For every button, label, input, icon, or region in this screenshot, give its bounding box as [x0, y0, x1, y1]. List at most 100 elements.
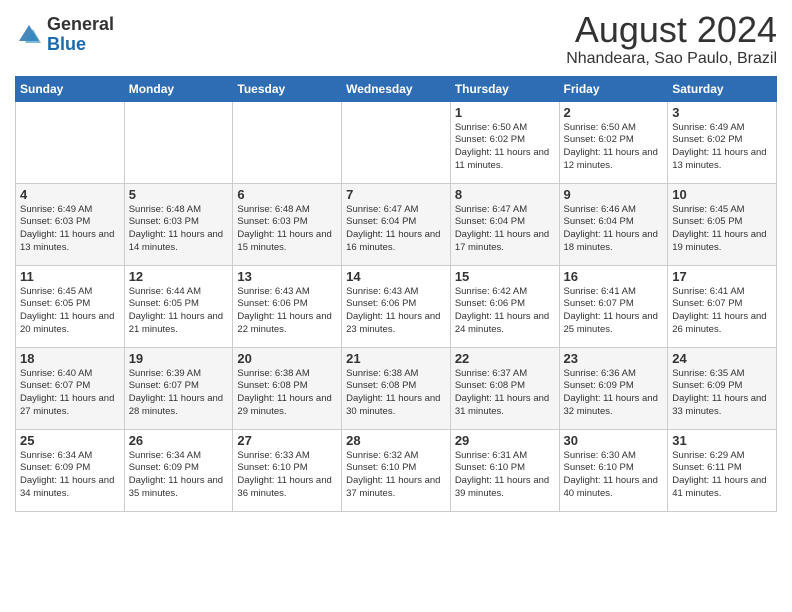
table-row: 22 Sunrise: 6:37 AM Sunset: 6:08 PM Dayli…: [450, 347, 559, 429]
day-info: Sunrise: 6:47 AM Sunset: 6:04 PM Dayligh…: [346, 204, 446, 255]
day-number: 21: [346, 351, 446, 366]
table-row: 23 Sunrise: 6:36 AM Sunset: 6:09 PM Dayli…: [559, 347, 668, 429]
day-info: Sunrise: 6:29 AM Sunset: 6:11 PM Dayligh…: [672, 450, 772, 501]
day-number: 5: [129, 187, 229, 202]
header-monday: Monday: [124, 76, 233, 101]
day-number: 22: [455, 351, 555, 366]
day-info: Sunrise: 6:50 AM Sunset: 6:02 PM Dayligh…: [455, 122, 555, 173]
table-row: 19 Sunrise: 6:39 AM Sunset: 6:07 PM Dayli…: [124, 347, 233, 429]
day-number: 23: [564, 351, 664, 366]
header-friday: Friday: [559, 76, 668, 101]
table-row: 14 Sunrise: 6:43 AM Sunset: 6:06 PM Dayli…: [342, 265, 451, 347]
day-info: Sunrise: 6:46 AM Sunset: 6:04 PM Dayligh…: [564, 204, 664, 255]
table-row: 25Sunrise: 6:34 AM Sunset: 6:09 PM Dayli…: [16, 429, 125, 511]
table-row: 16Sunrise: 6:41 AM Sunset: 6:07 PM Dayli…: [559, 265, 668, 347]
header-wednesday: Wednesday: [342, 76, 451, 101]
table-row: 7 Sunrise: 6:47 AM Sunset: 6:04 PM Daylig…: [342, 183, 451, 265]
day-info: Sunrise: 6:40 AM Sunset: 6:07 PM Dayligh…: [20, 368, 120, 419]
day-number: 14: [346, 269, 446, 284]
day-info: Sunrise: 6:43 AM Sunset: 6:06 PM Dayligh…: [237, 286, 337, 337]
table-row: 1 Sunrise: 6:50 AM Sunset: 6:02 PM Daylig…: [450, 101, 559, 183]
calendar-header-row: Sunday Monday Tuesday Wednesday Thursday…: [16, 76, 777, 101]
table-row: 18Sunrise: 6:40 AM Sunset: 6:07 PM Dayli…: [16, 347, 125, 429]
table-row: [342, 101, 451, 183]
table-row: 29Sunrise: 6:31 AM Sunset: 6:10 PM Dayli…: [450, 429, 559, 511]
table-row: 5 Sunrise: 6:48 AM Sunset: 6:03 PM Daylig…: [124, 183, 233, 265]
day-info: Sunrise: 6:49 AM Sunset: 6:03 PM Dayligh…: [20, 204, 120, 255]
table-row: [233, 101, 342, 183]
day-number: 1: [455, 105, 555, 120]
day-number: 12: [129, 269, 229, 284]
logo: General Blue: [15, 15, 114, 55]
page-container: General Blue August 2024 Nhandeara, Sao …: [0, 0, 792, 522]
day-number: 20: [237, 351, 337, 366]
logo-text: General Blue: [47, 15, 114, 55]
day-info: Sunrise: 6:44 AM Sunset: 6:05 PM Dayligh…: [129, 286, 229, 337]
table-row: 12 Sunrise: 6:44 AM Sunset: 6:05 PM Dayli…: [124, 265, 233, 347]
day-number: 8: [455, 187, 555, 202]
table-row: 24 Sunrise: 6:35 AM Sunset: 6:09 PM Dayli…: [668, 347, 777, 429]
calendar-week-row: 11 Sunrise: 6:45 AM Sunset: 6:05 PM Dayli…: [16, 265, 777, 347]
day-number: 4: [20, 187, 120, 202]
calendar-week-row: 4 Sunrise: 6:49 AM Sunset: 6:03 PM Daylig…: [16, 183, 777, 265]
day-info: Sunrise: 6:45 AM Sunset: 6:05 PM Dayligh…: [20, 286, 120, 337]
table-row: 13 Sunrise: 6:43 AM Sunset: 6:06 PM Dayli…: [233, 265, 342, 347]
title-area: August 2024 Nhandeara, Sao Paulo, Brazil: [566, 10, 777, 68]
logo-icon: [15, 21, 43, 49]
table-row: 17Sunrise: 6:41 AM Sunset: 6:07 PM Dayli…: [668, 265, 777, 347]
day-info: Sunrise: 6:33 AM Sunset: 6:10 PM Dayligh…: [237, 450, 337, 501]
day-number: 19: [129, 351, 229, 366]
header-tuesday: Tuesday: [233, 76, 342, 101]
table-row: 10Sunrise: 6:45 AM Sunset: 6:05 PM Dayli…: [668, 183, 777, 265]
day-number: 3: [672, 105, 772, 120]
calendar-week-row: 25Sunrise: 6:34 AM Sunset: 6:09 PM Dayli…: [16, 429, 777, 511]
day-number: 7: [346, 187, 446, 202]
header-sunday: Sunday: [16, 76, 125, 101]
day-info: Sunrise: 6:48 AM Sunset: 6:03 PM Dayligh…: [237, 204, 337, 255]
logo-blue: Blue: [47, 35, 114, 55]
day-info: Sunrise: 6:42 AM Sunset: 6:06 PM Dayligh…: [455, 286, 555, 337]
day-number: 26: [129, 433, 229, 448]
day-info: Sunrise: 6:36 AM Sunset: 6:09 PM Dayligh…: [564, 368, 664, 419]
day-info: Sunrise: 6:38 AM Sunset: 6:08 PM Dayligh…: [346, 368, 446, 419]
table-row: [124, 101, 233, 183]
day-info: Sunrise: 6:43 AM Sunset: 6:06 PM Dayligh…: [346, 286, 446, 337]
day-info: Sunrise: 6:48 AM Sunset: 6:03 PM Dayligh…: [129, 204, 229, 255]
table-row: 31 Sunrise: 6:29 AM Sunset: 6:11 PM Dayli…: [668, 429, 777, 511]
header-thursday: Thursday: [450, 76, 559, 101]
day-info: Sunrise: 6:38 AM Sunset: 6:08 PM Dayligh…: [237, 368, 337, 419]
day-info: Sunrise: 6:32 AM Sunset: 6:10 PM Dayligh…: [346, 450, 446, 501]
day-number: 28: [346, 433, 446, 448]
day-info: Sunrise: 6:41 AM Sunset: 6:07 PM Dayligh…: [672, 286, 772, 337]
table-row: 28 Sunrise: 6:32 AM Sunset: 6:10 PM Dayli…: [342, 429, 451, 511]
day-info: Sunrise: 6:37 AM Sunset: 6:08 PM Dayligh…: [455, 368, 555, 419]
day-number: 25: [20, 433, 120, 448]
table-row: 15 Sunrise: 6:42 AM Sunset: 6:06 PM Dayli…: [450, 265, 559, 347]
table-row: 11 Sunrise: 6:45 AM Sunset: 6:05 PM Dayli…: [16, 265, 125, 347]
day-info: Sunrise: 6:47 AM Sunset: 6:04 PM Dayligh…: [455, 204, 555, 255]
day-info: Sunrise: 6:41 AM Sunset: 6:07 PM Dayligh…: [564, 286, 664, 337]
table-row: 27 Sunrise: 6:33 AM Sunset: 6:10 PM Dayli…: [233, 429, 342, 511]
day-number: 31: [672, 433, 772, 448]
table-row: 8 Sunrise: 6:47 AM Sunset: 6:04 PM Daylig…: [450, 183, 559, 265]
month-year: August 2024: [566, 10, 777, 50]
day-number: 13: [237, 269, 337, 284]
day-number: 11: [20, 269, 120, 284]
day-number: 15: [455, 269, 555, 284]
logo-general: General: [47, 15, 114, 35]
table-row: 3Sunrise: 6:49 AM Sunset: 6:02 PM Daylig…: [668, 101, 777, 183]
day-info: Sunrise: 6:39 AM Sunset: 6:07 PM Dayligh…: [129, 368, 229, 419]
calendar-table: Sunday Monday Tuesday Wednesday Thursday…: [15, 76, 777, 512]
day-number: 2: [564, 105, 664, 120]
day-number: 24: [672, 351, 772, 366]
day-number: 27: [237, 433, 337, 448]
day-info: Sunrise: 6:50 AM Sunset: 6:02 PM Dayligh…: [564, 122, 664, 173]
day-number: 9: [564, 187, 664, 202]
table-row: 20 Sunrise: 6:38 AM Sunset: 6:08 PM Dayli…: [233, 347, 342, 429]
table-row: 4 Sunrise: 6:49 AM Sunset: 6:03 PM Daylig…: [16, 183, 125, 265]
calendar-week-row: 18Sunrise: 6:40 AM Sunset: 6:07 PM Dayli…: [16, 347, 777, 429]
day-info: Sunrise: 6:35 AM Sunset: 6:09 PM Dayligh…: [672, 368, 772, 419]
header-saturday: Saturday: [668, 76, 777, 101]
table-row: 26Sunrise: 6:34 AM Sunset: 6:09 PM Dayli…: [124, 429, 233, 511]
table-row: 30Sunrise: 6:30 AM Sunset: 6:10 PM Dayli…: [559, 429, 668, 511]
